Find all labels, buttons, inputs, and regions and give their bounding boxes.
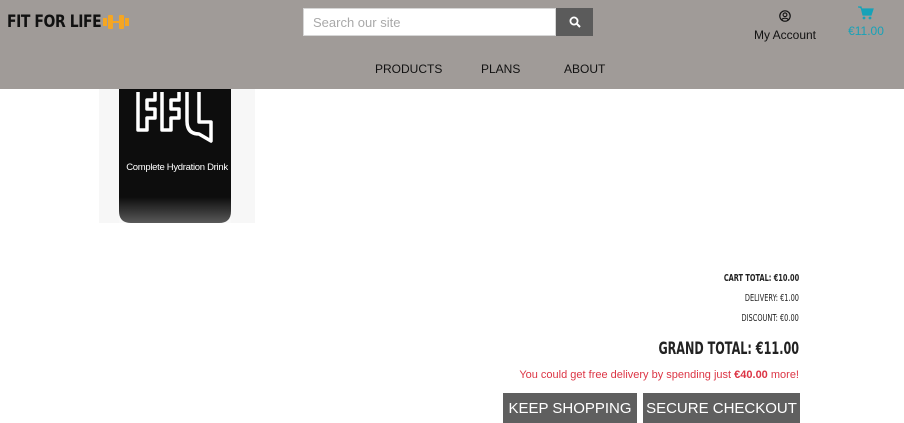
cart-link[interactable]: €11.00 [838,6,894,38]
main-nav: PRODUCTS PLANS ABOUT [0,56,904,80]
nav-about[interactable]: ABOUT [564,62,605,76]
nav-products[interactable]: PRODUCTS [375,62,442,76]
cart-total-line: CART TOTAL: €10.00 [723,273,799,284]
cart-total-amount: €11.00 [848,24,884,38]
grand-total-line: GRAND TOTAL: €11.00 [658,339,799,359]
free-delivery-amount: €40.00 [734,369,768,381]
nav-plans[interactable]: PLANS [481,62,520,76]
product-image[interactable]: Complete Hydration Drink [99,89,255,223]
site-header: FIT FOR LIFE My Account [0,0,904,89]
cart-icon [858,6,874,20]
my-account-label: My Account [753,28,817,42]
logo-text: FIT FOR LIFE [7,12,102,32]
my-account-link[interactable]: My Account [745,9,825,42]
search-icon [569,16,581,28]
delivery-line: DELIVERY: €1.00 [744,293,799,304]
search-button[interactable] [556,8,593,36]
secure-checkout-button[interactable]: SECURE CHECKOUT [643,393,800,423]
keep-shopping-button[interactable]: KEEP SHOPPING [503,393,637,423]
product-image-caption: Complete Hydration Drink [126,162,228,173]
search-form [303,8,593,36]
discount-line: DISCOUNT: €0.00 [741,313,799,324]
user-icon [779,10,791,22]
search-input[interactable] [303,8,556,36]
product-bottle-illustration [99,89,255,223]
free-delivery-notice: You could get free delivery by spending … [519,369,799,381]
dumbbell-icon [103,15,129,29]
logo[interactable]: FIT FOR LIFE [7,12,129,32]
